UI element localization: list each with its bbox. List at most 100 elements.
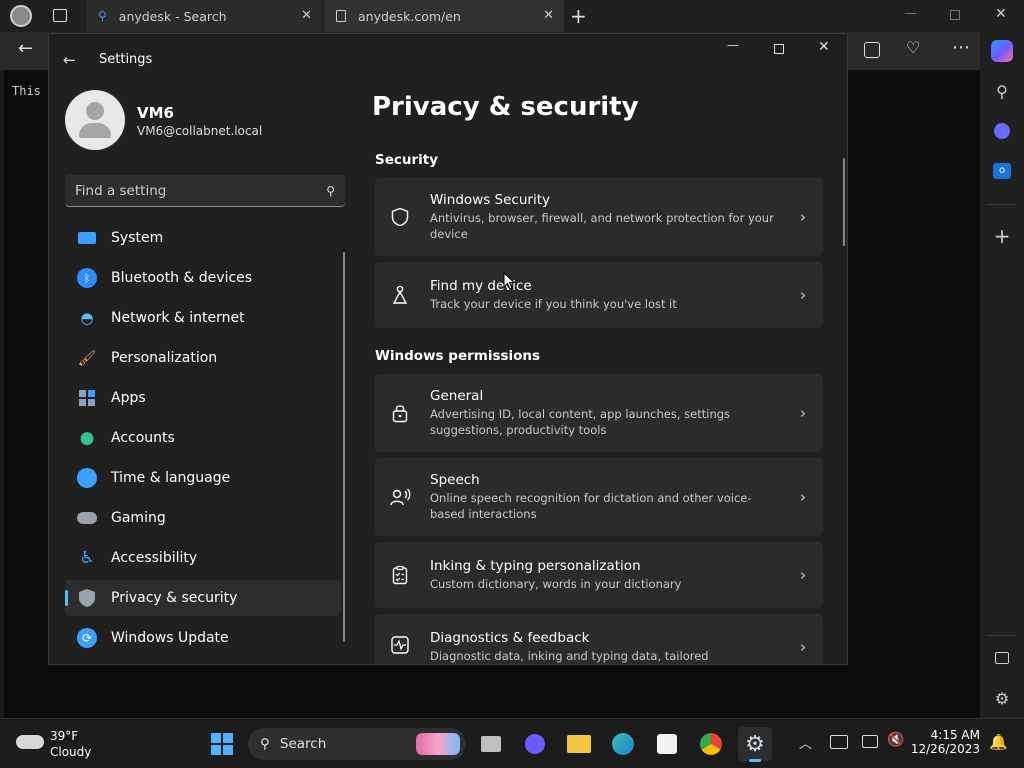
nav-scrollbar[interactable] <box>343 252 345 642</box>
profile-avatar-icon[interactable] <box>10 5 32 27</box>
search-icon: ⚲ <box>326 183 335 198</box>
browser-minimize-button[interactable]: — <box>904 6 917 21</box>
taskbar-search-box[interactable]: ⚲ Search <box>248 728 466 760</box>
card-general[interactable]: General Advertising ID, local content, a… <box>375 374 823 452</box>
copilot-icon[interactable] <box>980 36 1024 66</box>
sidebar-item-apps[interactable]: Apps <box>65 380 341 416</box>
edge-icon[interactable] <box>606 727 640 761</box>
back-arrow-icon[interactable]: ← <box>18 38 33 59</box>
sidebar-item-personalization[interactable]: 🖌 Personalization <box>65 340 341 376</box>
sidebar-item-gaming[interactable]: Gaming <box>65 500 341 536</box>
clock-date: 12/26/2023 <box>910 742 980 756</box>
new-tab-button[interactable]: + <box>570 4 587 28</box>
minimize-button[interactable]: — <box>727 38 739 52</box>
clock[interactable]: 4:15 AM 12/26/2023 <box>905 728 980 756</box>
chrome-icon[interactable] <box>694 727 728 761</box>
more-options-icon[interactable]: ⋯ <box>952 37 970 58</box>
sidebar-item-label: Apps <box>111 390 146 406</box>
sidebar-item-privacy-security[interactable]: Privacy & security <box>65 580 341 616</box>
sidebar-item-system[interactable]: System <box>65 220 341 256</box>
section-header-security: Security <box>375 152 439 168</box>
outlook-icon[interactable]: o <box>980 156 1024 186</box>
tab-actions-icon[interactable] <box>53 9 67 22</box>
card-diagnostics-feedback[interactable]: Diagnostics & feedback Diagnostic data, … <box>375 614 823 664</box>
close-tab-icon[interactable]: ✕ <box>543 8 554 23</box>
sidebar-item-label: Personalization <box>111 350 218 366</box>
weather-condition: Cloudy <box>50 745 92 759</box>
bluetooth-icon: ᛒ <box>77 268 97 288</box>
browser-tab-anydesk[interactable]: anydesk.com/en ✕ <box>324 0 564 32</box>
maximize-button[interactable] <box>774 44 784 54</box>
settings-gear-icon[interactable]: ⚙ <box>980 683 1024 713</box>
sidebar-item-label: Privacy & security <box>111 590 238 606</box>
chevron-up-icon[interactable]: ︿ <box>799 733 812 752</box>
display-icon[interactable] <box>862 735 878 748</box>
card-title: Speech <box>430 472 480 488</box>
chevron-right-icon: › <box>800 208 806 226</box>
page-icon <box>336 10 346 22</box>
health-icon[interactable]: ♡ <box>906 38 920 57</box>
file-explorer-icon[interactable] <box>562 727 596 761</box>
task-view-icon[interactable] <box>474 727 508 761</box>
search-icon[interactable]: ⚲ <box>980 76 1024 106</box>
card-title: Windows Security <box>430 192 550 208</box>
settings-title: Settings <box>99 51 153 67</box>
browser-close-button[interactable]: ✕ <box>995 6 1007 22</box>
avatar <box>65 90 125 150</box>
sidebar-item-label: Bluetooth & devices <box>111 270 253 286</box>
weather-temp: 39°F <box>50 729 79 743</box>
card-title: Diagnostics & feedback <box>430 630 590 646</box>
main-scrollbar[interactable] <box>843 158 845 246</box>
card-speech[interactable]: Speech Online speech recognition for dic… <box>375 458 823 536</box>
card-windows-security[interactable]: Windows Security Antivirus, browser, fir… <box>375 178 823 256</box>
taskbar-search-label: Search <box>279 736 327 752</box>
settings-back-button[interactable]: ← <box>63 44 76 76</box>
chevron-right-icon: › <box>800 488 806 506</box>
apps-icon <box>77 388 97 408</box>
search-icon: ⚲ <box>98 9 107 23</box>
collections-icon[interactable] <box>864 42 880 58</box>
accessibility-icon: ♿ <box>79 548 95 568</box>
sidebar-item-accounts[interactable]: ● Accounts <box>65 420 341 456</box>
network-icon[interactable] <box>830 735 848 749</box>
chevron-right-icon: › <box>800 566 806 584</box>
clock-time: 4:15 AM <box>930 728 980 742</box>
volume-muted-icon[interactable]: 🔇 <box>887 732 904 748</box>
shield-outline-icon <box>389 207 411 227</box>
taskbar: 39°F Cloudy ⚲ Search ⚙ ︿ 🔇 4:15 AM 12/26… <box>0 718 1024 768</box>
search-highlight-icon <box>416 733 460 755</box>
meet-icon[interactable] <box>518 727 552 761</box>
weather-widget[interactable]: 39°F Cloudy <box>16 729 106 761</box>
card-inking-typing[interactable]: Inking & typing personalization Custom d… <box>375 542 823 608</box>
store-icon[interactable] <box>650 727 684 761</box>
section-header-windows-permissions: Windows permissions <box>375 348 541 364</box>
speech-icon <box>389 487 411 507</box>
sidebar-item-windows-update[interactable]: ⟳ Windows Update <box>65 620 341 656</box>
chevron-right-icon: › <box>800 404 806 422</box>
close-button[interactable]: ✕ <box>818 39 830 55</box>
sidebar-item-bluetooth[interactable]: ᛒ Bluetooth & devices <box>65 260 341 296</box>
chevron-right-icon: › <box>800 286 806 304</box>
sidebar-item-label: Network & internet <box>111 310 245 326</box>
discover-icon[interactable] <box>980 116 1024 146</box>
settings-app-icon[interactable]: ⚙ <box>738 727 772 762</box>
sidebar-item-accessibility[interactable]: ♿ Accessibility <box>65 540 341 576</box>
card-find-my-device[interactable]: Find my device Track your device if you … <box>375 262 823 328</box>
search-icon: ⚲ <box>260 736 270 752</box>
add-icon[interactable]: + <box>980 221 1024 251</box>
card-description: Antivirus, browser, firewall, and networ… <box>430 211 774 241</box>
card-description: Advertising ID, local content, app launc… <box>430 407 731 437</box>
sidebar-toggle-icon[interactable] <box>980 643 1024 673</box>
sidebar-item-network[interactable]: ◓ Network & internet <box>65 300 341 336</box>
sidebar-item-time-language[interactable]: Time & language <box>65 460 341 496</box>
browser-tab-bar: ⚲ anydesk - Search ✕ anydesk.com/en ✕ + … <box>0 0 1024 32</box>
search-input[interactable]: Find a setting ⚲ <box>65 175 345 207</box>
browser-tab-search[interactable]: ⚲ anydesk - Search ✕ <box>86 0 322 32</box>
start-button[interactable] <box>205 727 239 761</box>
notification-bell-icon[interactable]: 🔔 <box>989 733 1008 751</box>
update-icon: ⟳ <box>77 628 97 648</box>
browser-sidebar: ⚲ o + ⚙ <box>980 32 1024 718</box>
browser-restore-button[interactable] <box>950 10 960 20</box>
close-tab-icon[interactable]: ✕ <box>301 8 312 23</box>
person-icon: ● <box>79 428 95 448</box>
